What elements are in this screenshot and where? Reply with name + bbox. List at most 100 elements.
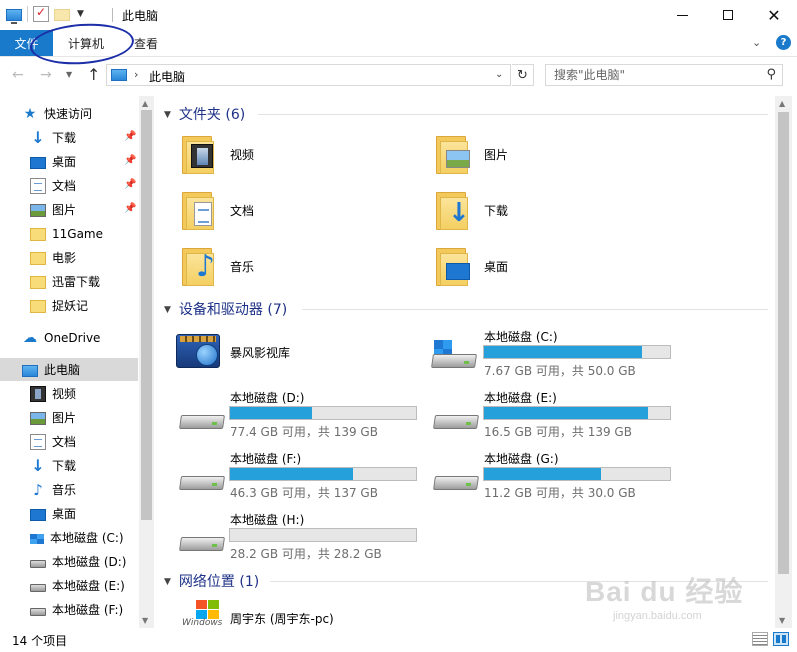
nav-pc-videos[interactable]: 视频 bbox=[0, 382, 140, 405]
breadcrumb-this-pc[interactable]: 此电脑 bbox=[149, 68, 185, 85]
nav-this-pc[interactable]: 此电脑 bbox=[0, 358, 138, 381]
nav-scrollbar[interactable]: ▲ ▼ bbox=[139, 96, 154, 628]
pin-icon[interactable]: 📌 bbox=[124, 155, 136, 166]
nav-item-xunlei[interactable]: 迅雷下载 bbox=[0, 270, 140, 293]
drive-free-space: 16.5 GB 可用，共 139 GB bbox=[484, 425, 632, 439]
media-library-item[interactable]: 暴风影视库 bbox=[176, 330, 406, 372]
computer-icon bbox=[22, 364, 38, 377]
drive-d[interactable]: 本地磁盘 (D:) 77.4 GB 可用，共 139 GB bbox=[178, 387, 438, 439]
nav-drive-c[interactable]: 本地磁盘 (C:) bbox=[0, 526, 140, 549]
devices-header[interactable]: ▼ 设备和驱动器 (7) bbox=[164, 299, 287, 319]
folder-music[interactable]: ♪ 音乐 bbox=[182, 246, 402, 290]
collapse-chevron-icon[interactable]: ▼ bbox=[164, 577, 171, 587]
desktop-icon bbox=[30, 508, 46, 521]
refresh-button[interactable]: ↻ bbox=[512, 64, 534, 86]
nav-item-desktop[interactable]: 桌面 📌 bbox=[0, 150, 140, 173]
section-title: 文件夹 (6) bbox=[178, 107, 246, 123]
close-button[interactable]: ✕ bbox=[751, 0, 797, 30]
drive-free-space: 77.4 GB 可用，共 139 GB bbox=[230, 425, 378, 439]
nav-onedrive[interactable]: ☁ OneDrive bbox=[0, 326, 140, 349]
pin-icon[interactable]: 📌 bbox=[124, 131, 136, 142]
nav-item-documents[interactable]: 文档 📌 bbox=[0, 174, 140, 197]
properties-icon[interactable] bbox=[33, 5, 49, 22]
nav-label: 图片 bbox=[52, 411, 77, 425]
expand-ribbon-icon[interactable]: ⌄ bbox=[752, 36, 761, 49]
drive-g[interactable]: 本地磁盘 (G:) 11.2 GB 可用，共 30.0 GB bbox=[432, 448, 692, 500]
nav-drive-d[interactable]: 本地磁盘 (D:) bbox=[0, 550, 140, 573]
tab-file[interactable]: 文件 bbox=[0, 30, 53, 56]
ribbon-tabs: 文件 计算机 查看 ⌄ ? bbox=[0, 30, 797, 57]
nav-item-pictures[interactable]: 图片 📌 bbox=[0, 198, 140, 221]
scroll-up-icon[interactable]: ▲ bbox=[779, 99, 785, 108]
document-icon bbox=[30, 433, 46, 450]
tab-computer[interactable]: 计算机 bbox=[68, 30, 104, 56]
drive-name: 本地磁盘 (G:) bbox=[484, 452, 559, 466]
nav-label: 本地磁盘 (E:) bbox=[52, 579, 125, 593]
address-bar[interactable]: › 此电脑 ⌄ bbox=[106, 64, 511, 86]
nav-pc-music[interactable]: ♪ 音乐 bbox=[0, 478, 140, 501]
scroll-up-icon[interactable]: ▲ bbox=[142, 99, 148, 108]
back-arrow-icon[interactable]: ← bbox=[12, 67, 24, 83]
nav-item-downloads[interactable]: ↓ 下载 📌 bbox=[0, 126, 140, 149]
breadcrumb-chevron-icon[interactable]: › bbox=[134, 68, 138, 81]
nav-item-zhuoyaoji[interactable]: 捉妖记 bbox=[0, 294, 140, 317]
nav-drive-f[interactable]: 本地磁盘 (F:) bbox=[0, 598, 140, 621]
network-computer-item[interactable]: Windows 周宇东 (周宇东-pc) bbox=[180, 600, 410, 628]
drive-f[interactable]: 本地磁盘 (F:) 46.3 GB 可用，共 137 GB bbox=[178, 448, 438, 500]
drive-free-space: 7.67 GB 可用，共 50.0 GB bbox=[484, 364, 636, 378]
drive-h[interactable]: 本地磁盘 (H:) 28.2 GB 可用，共 28.2 GB bbox=[178, 509, 438, 561]
folder-pictures[interactable]: 图片 bbox=[436, 134, 656, 178]
minimize-button[interactable] bbox=[659, 0, 705, 30]
nav-item-11game[interactable]: 11Game bbox=[0, 222, 140, 245]
help-icon[interactable]: ? bbox=[776, 35, 791, 50]
recent-locations-icon[interactable]: ▼ bbox=[66, 70, 72, 79]
collapse-chevron-icon[interactable]: ▼ bbox=[164, 110, 171, 120]
drive-icon bbox=[30, 584, 46, 592]
network-header[interactable]: ▼ 网络位置 (1) bbox=[164, 571, 259, 591]
nav-item-movies[interactable]: 电影 bbox=[0, 246, 140, 269]
drive-usage-bar bbox=[483, 345, 671, 359]
nav-label: 视频 bbox=[52, 387, 77, 401]
pin-icon[interactable]: 📌 bbox=[124, 179, 136, 190]
tab-view[interactable]: 查看 bbox=[134, 30, 158, 56]
content-pane: ▼ 文件夹 (6) 视频 图片 文档 ↓ 下载 ♪ 音乐 桌面 ▼ 设备和驱动器… bbox=[158, 96, 773, 628]
folder-desktop[interactable]: 桌面 bbox=[436, 246, 656, 290]
search-icon[interactable]: ⚲ bbox=[766, 67, 776, 82]
search-box[interactable]: ⚲ bbox=[545, 64, 783, 86]
content-scrollbar[interactable]: ▲ ▼ bbox=[775, 96, 792, 628]
nav-quick-access[interactable]: ★ 快速访问 bbox=[0, 102, 140, 125]
up-arrow-icon[interactable]: ↑ bbox=[87, 65, 100, 84]
scroll-down-icon[interactable]: ▼ bbox=[779, 616, 785, 625]
nav-pc-downloads[interactable]: ↓ 下载 bbox=[0, 454, 140, 477]
collapse-chevron-icon[interactable]: ▼ bbox=[164, 305, 171, 315]
video-icon bbox=[30, 385, 46, 402]
drive-icon bbox=[431, 350, 477, 368]
new-folder-icon[interactable] bbox=[54, 9, 70, 21]
forward-arrow-icon[interactable]: → bbox=[40, 67, 52, 83]
folder-videos[interactable]: 视频 bbox=[182, 134, 402, 178]
drive-e[interactable]: 本地磁盘 (E:) 16.5 GB 可用，共 139 GB bbox=[432, 387, 692, 439]
nav-pc-documents[interactable]: 文档 bbox=[0, 430, 140, 453]
drive-icon bbox=[179, 533, 225, 551]
address-dropdown-icon[interactable]: ⌄ bbox=[495, 69, 503, 80]
star-icon: ★ bbox=[23, 105, 37, 122]
pin-icon[interactable]: 📌 bbox=[124, 203, 136, 214]
folders-header[interactable]: ▼ 文件夹 (6) bbox=[164, 104, 245, 124]
maximize-button[interactable] bbox=[705, 0, 751, 30]
drive-name: 本地磁盘 (H:) bbox=[230, 513, 305, 527]
details-view-icon[interactable] bbox=[752, 632, 768, 646]
nav-drive-e[interactable]: 本地磁盘 (E:) bbox=[0, 574, 140, 597]
search-input[interactable] bbox=[546, 65, 756, 85]
folder-documents[interactable]: 文档 bbox=[182, 190, 402, 234]
scroll-down-icon[interactable]: ▼ bbox=[142, 616, 148, 625]
scroll-thumb[interactable] bbox=[778, 112, 789, 574]
tiles-view-icon[interactable] bbox=[773, 632, 789, 646]
drive-c[interactable]: 本地磁盘 (C:) 7.67 GB 可用，共 50.0 GB bbox=[431, 326, 692, 378]
qat-dropdown-icon[interactable]: ▼ bbox=[77, 9, 84, 19]
nav-pc-pictures[interactable]: 图片 bbox=[0, 406, 140, 429]
scroll-thumb[interactable] bbox=[141, 110, 152, 520]
folder-label: 图片 bbox=[484, 148, 509, 162]
folder-downloads[interactable]: ↓ 下载 bbox=[436, 190, 656, 234]
nav-pc-desktop[interactable]: 桌面 bbox=[0, 502, 140, 525]
nav-label: 捉妖记 bbox=[52, 299, 89, 313]
